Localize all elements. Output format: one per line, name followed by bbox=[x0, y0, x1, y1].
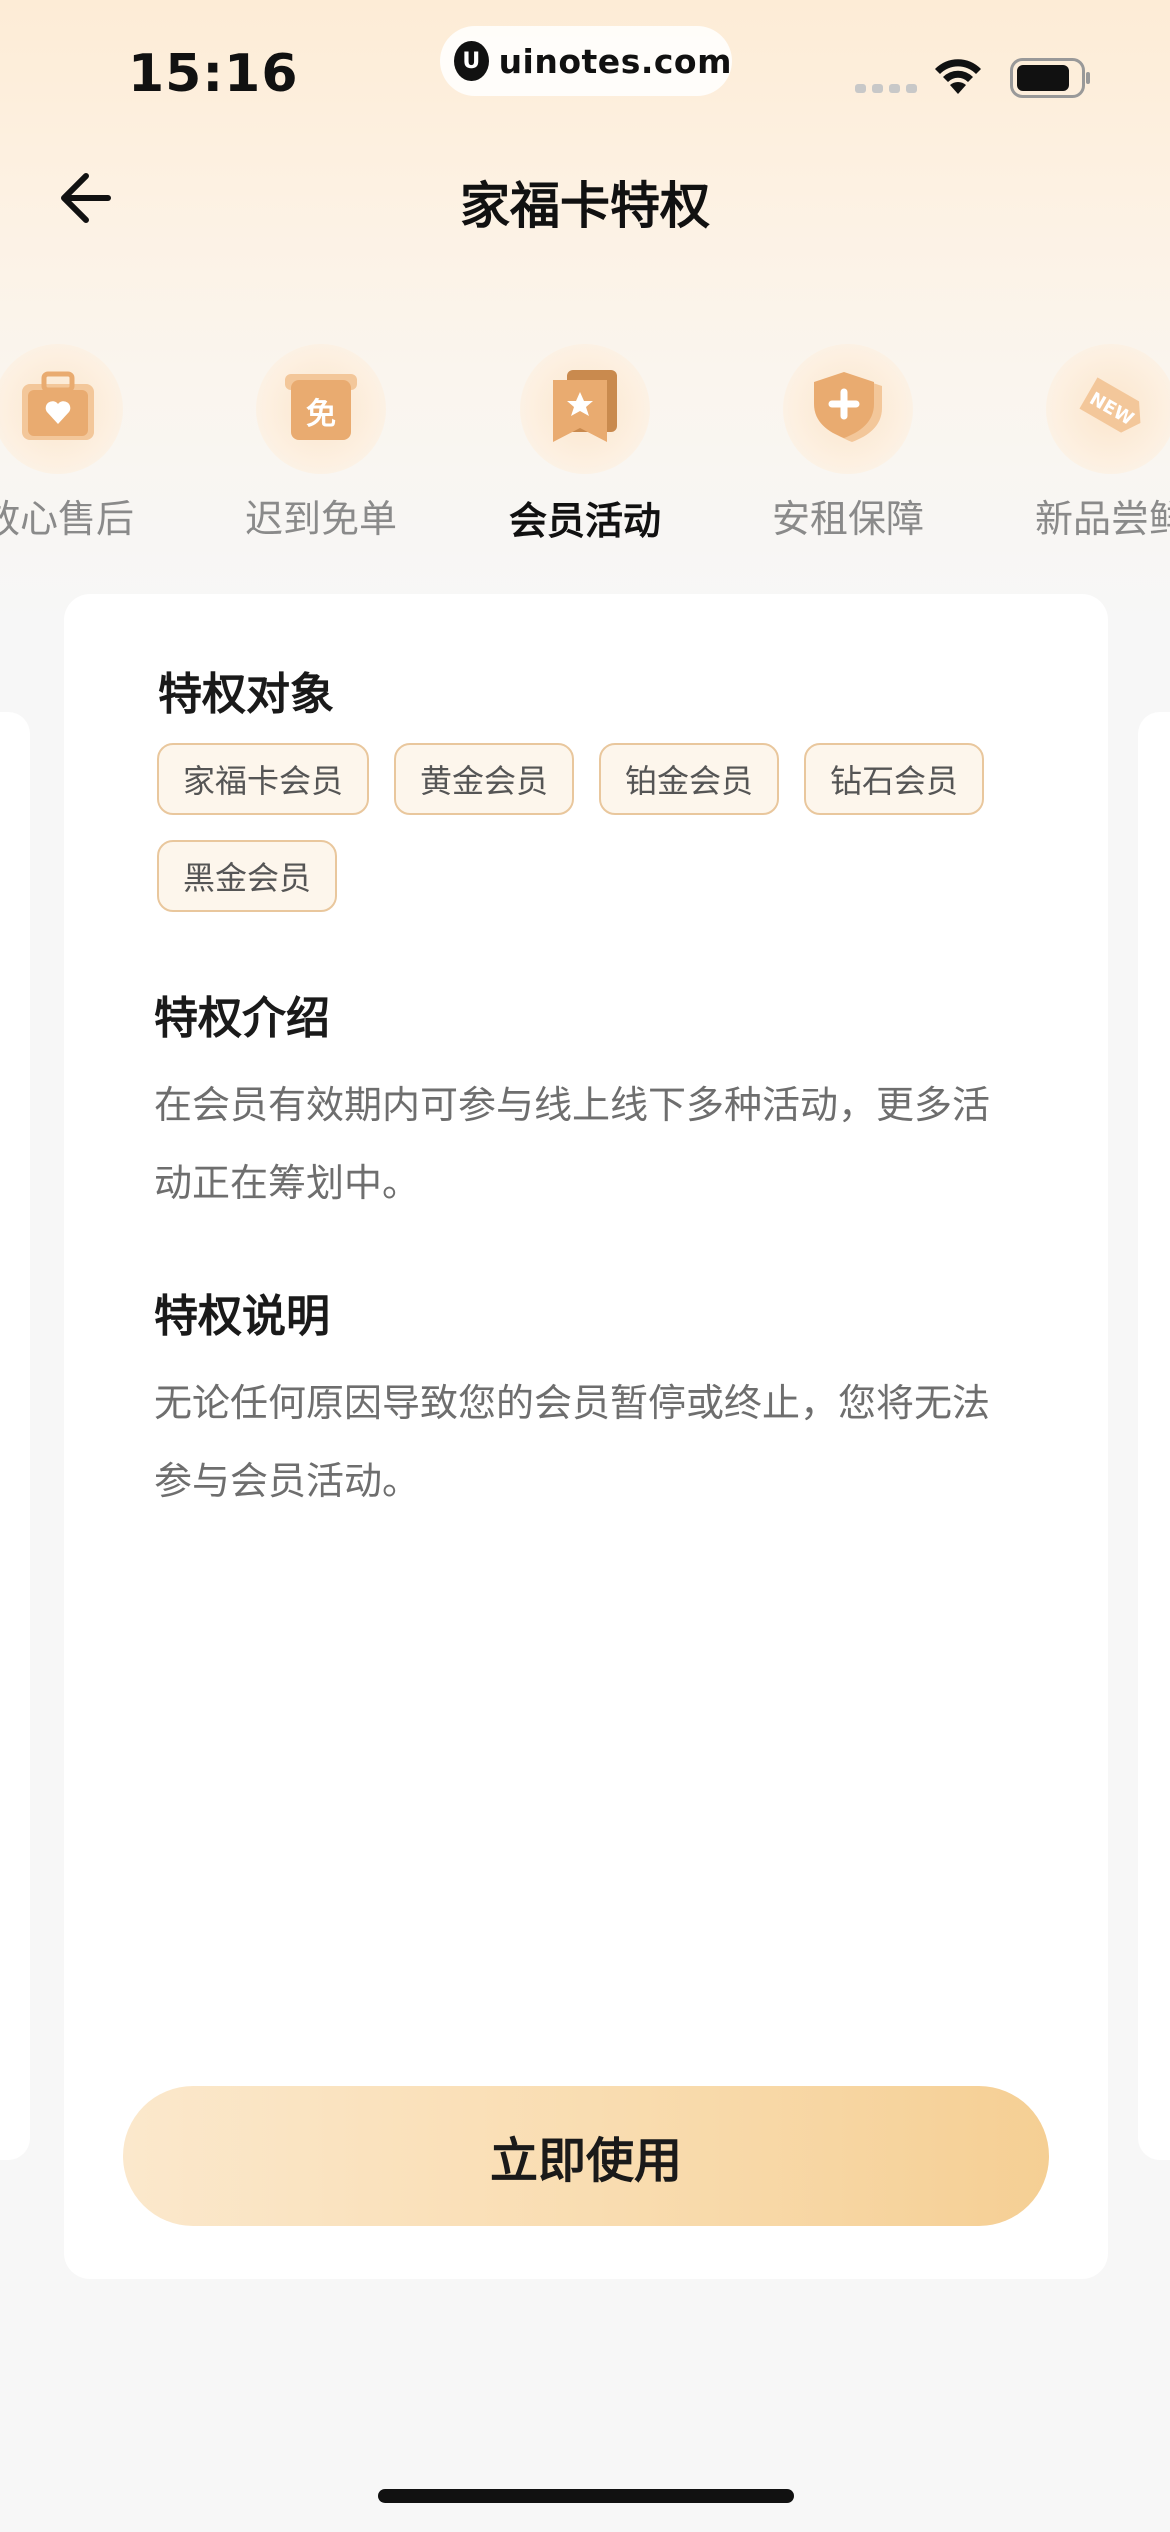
tab-label: 会员活动 bbox=[508, 499, 661, 543]
intro-text: 在会员有效期内可参与线上线下多种活动，更多活 动正在筹划中。 bbox=[154, 1083, 991, 1205]
tab-rent-protection[interactable]: 安租保障 bbox=[733, 340, 963, 550]
member-chip: 黑金会员 bbox=[157, 840, 337, 912]
star-flag-icon bbox=[520, 344, 650, 474]
explain-title: 特权说明 bbox=[154, 1291, 330, 1342]
member-chip: 家福卡会员 bbox=[157, 743, 369, 815]
tab-label: 新品尝鲜 bbox=[1034, 497, 1170, 541]
url-pill[interactable]: U uinotes.com bbox=[440, 26, 732, 96]
url-text: uinotes.com bbox=[498, 41, 732, 81]
tab-member-activity[interactable]: 会员活动 bbox=[470, 340, 700, 550]
tab-label: 放心售后 bbox=[0, 497, 134, 541]
new-tag-icon: NEW bbox=[1046, 344, 1170, 474]
heart-bag-icon bbox=[0, 344, 123, 474]
site-logo-icon: U bbox=[454, 41, 489, 81]
tab-new-products[interactable]: NEW 新品尝鲜 bbox=[996, 340, 1170, 550]
member-chip: 钻石会员 bbox=[804, 743, 984, 815]
tab-after-sales[interactable]: 放心售后 bbox=[0, 340, 173, 550]
member-chip: 黄金会员 bbox=[394, 743, 574, 815]
tab-label: 迟到免单 bbox=[244, 497, 397, 541]
wifi-icon bbox=[935, 59, 981, 94]
privilege-tabs: 放心售后 免 迟到免单 会员活动 安租保障 NEW 新品尝鲜 bbox=[0, 340, 1170, 550]
next-card[interactable] bbox=[1138, 712, 1170, 2160]
tab-late-free[interactable]: 免 迟到免单 bbox=[206, 340, 436, 550]
cellular-signal-icon bbox=[855, 84, 917, 93]
page-title: 家福卡特权 bbox=[460, 177, 710, 235]
svg-text:免: 免 bbox=[306, 397, 336, 432]
intro-title: 特权介绍 bbox=[154, 993, 330, 1044]
shield-plus-icon bbox=[783, 344, 913, 474]
previous-card[interactable] bbox=[0, 712, 30, 2160]
target-title: 特权对象 bbox=[158, 669, 334, 720]
status-time: 15:16 bbox=[128, 44, 299, 104]
home-indicator[interactable] bbox=[378, 2489, 794, 2503]
explain-text: 无论任何原因导致您的会员暂停或终止，您将无法 参与会员活动。 bbox=[154, 1381, 991, 1503]
battery-icon bbox=[1010, 58, 1090, 98]
use-now-button[interactable]: 立即使用 bbox=[123, 2086, 1049, 2226]
member-chip: 铂金会员 bbox=[599, 743, 779, 815]
free-order-icon: 免 bbox=[256, 344, 386, 474]
tab-label: 安租保障 bbox=[771, 497, 924, 541]
privilege-detail-card: 特权对象 家福卡会员 黄金会员 铂金会员 钻石会员 黑金会员 特权介绍 在会员有… bbox=[64, 594, 1108, 2279]
